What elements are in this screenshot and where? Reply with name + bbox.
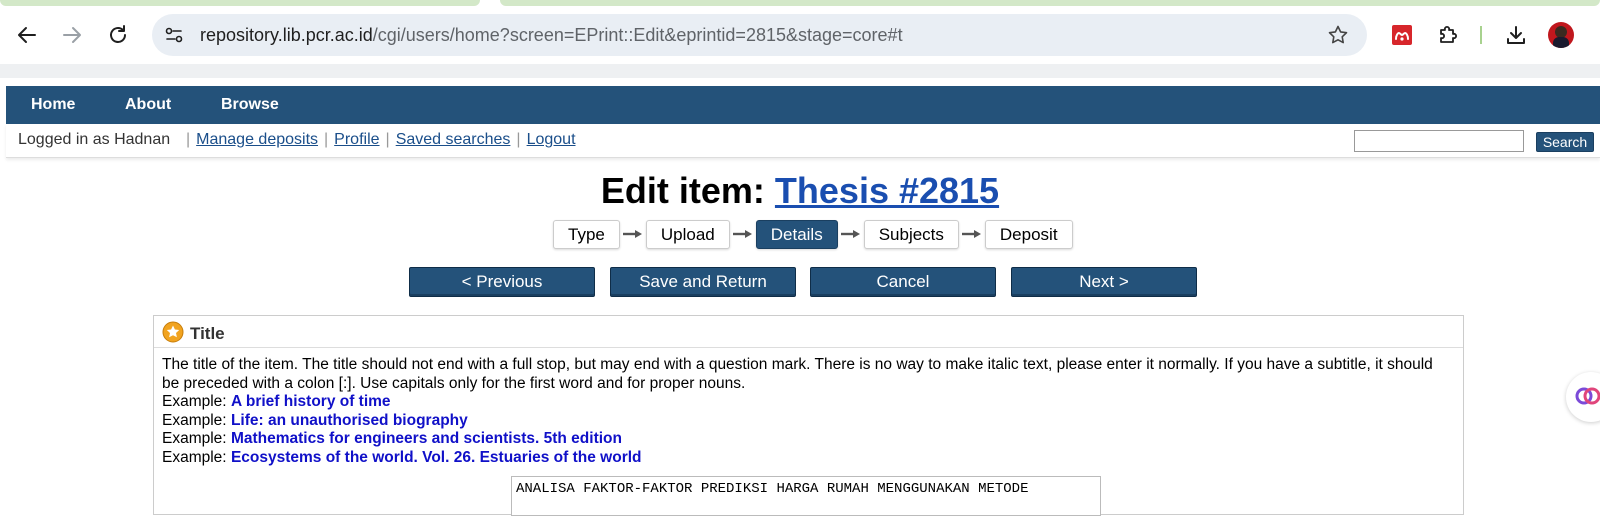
logged-in-label: Logged in as Hadnan <box>18 131 171 148</box>
forward-arrow-icon <box>63 27 81 43</box>
stage-details[interactable]: Details <box>755 219 838 249</box>
stage-upload[interactable]: Upload <box>645 219 730 249</box>
link-divider: | <box>516 131 521 148</box>
page-title-prefix: Edit item: <box>600 170 775 211</box>
field-help: The title of the item. The title should … <box>162 356 1452 467</box>
browser-toolbar: repository.lib.pcr.ac.id/cgi/users/home?… <box>0 6 1600 64</box>
site-navigation: Home About Browse <box>6 86 1600 124</box>
profile-avatar[interactable] <box>1548 22 1574 48</box>
workflow-stages: Type Upload Details Subjects Deposit <box>553 219 1073 249</box>
avatar-shirt <box>1553 37 1569 48</box>
example-value: A brief history of time <box>230 393 391 410</box>
required-star-icon <box>162 321 184 343</box>
nav-home[interactable]: Home <box>31 96 75 114</box>
title-textarea[interactable]: ANALISA FAKTOR-FAKTOR PREDIKSI HARGA RUM… <box>511 476 1101 516</box>
title-field-panel: Title The title of the item. The title s… <box>153 315 1464 516</box>
thesis-link[interactable]: Thesis #2815 <box>775 170 999 211</box>
url-text[interactable]: repository.lib.pcr.ac.id/cgi/users/home?… <box>200 25 903 46</box>
cancel-button[interactable]: Cancel <box>810 267 996 297</box>
reload-icon <box>110 25 126 43</box>
site-info-icon[interactable] <box>164 25 184 45</box>
url-path: /cgi/users/home?screen=EPrint::Edit&epri… <box>372 25 903 45</box>
example-line: Example: Mathematics for engineers and s… <box>162 430 1452 449</box>
url-host: repository.lib.pcr.ac.id <box>200 25 373 45</box>
downloads-button[interactable] <box>1501 20 1531 50</box>
puzzle-piece-icon <box>1440 26 1457 43</box>
back-button[interactable] <box>12 20 42 50</box>
search-button[interactable]: Search <box>1536 132 1594 152</box>
example-label: Example: <box>162 393 227 410</box>
mendeley-extension-button[interactable] <box>1387 20 1417 50</box>
field-header: Title <box>154 316 1463 348</box>
saved-searches-link[interactable]: Saved searches <box>390 131 517 148</box>
brain-icon <box>1575 387 1600 405</box>
address-bar[interactable]: repository.lib.pcr.ac.id/cgi/users/home?… <box>152 14 1367 56</box>
example-value: Ecosystems of the world. Vol. 26. Estuar… <box>230 448 642 466</box>
forward-button[interactable] <box>57 20 87 50</box>
arrow-right-icon <box>959 220 985 249</box>
save-and-return-button[interactable]: Save and Return <box>610 267 796 297</box>
help-text: The title of the item. The title should … <box>162 356 1433 392</box>
example-label: Example: <box>162 411 227 429</box>
example-line: Example: Life: an unauthorised biography <box>162 412 1452 431</box>
mendeley-icon <box>1392 25 1412 45</box>
search-input[interactable] <box>1354 130 1524 152</box>
download-icon <box>1507 26 1525 44</box>
toolbar-divider <box>1480 26 1482 44</box>
user-bar: Logged in as Hadnan | Manage deposits | Pro… <box>6 124 1600 158</box>
next-button[interactable]: Next > <box>1011 267 1197 297</box>
stage-subjects[interactable]: Subjects <box>863 219 959 249</box>
example-label: Example: <box>162 448 227 466</box>
extensions-button[interactable] <box>1433 20 1463 50</box>
bookmark-star-icon[interactable] <box>1327 24 1349 46</box>
profile-link[interactable]: Profile <box>328 131 385 148</box>
field-title: Title <box>190 324 225 343</box>
example-label: Example: <box>162 430 227 447</box>
example-value: Mathematics for engineers and scientists… <box>230 430 622 447</box>
bookmarks-bar <box>0 64 1600 78</box>
back-arrow-icon <box>18 27 36 43</box>
page-title: Edit item: Thesis #2815 <box>0 170 1600 212</box>
arrow-right-icon <box>620 220 646 249</box>
nav-about[interactable]: About <box>125 96 171 114</box>
example-line: Example: Ecosystems of the world. Vol. 2… <box>162 449 1452 468</box>
stage-type[interactable]: Type <box>553 219 620 249</box>
example-line: Example: A brief history of time <box>162 393 1452 412</box>
user-links: | Manage deposits | Profile | Saved searches |… <box>186 131 582 149</box>
manage-deposits-link[interactable]: Manage deposits <box>190 131 324 148</box>
arrow-right-icon <box>730 220 756 249</box>
logout-link[interactable]: Logout <box>521 131 582 148</box>
reload-button[interactable] <box>103 20 133 50</box>
arrow-right-icon <box>838 220 864 249</box>
example-value: Life: an unauthorised biography <box>230 411 468 429</box>
previous-button[interactable]: < Previous <box>409 267 595 297</box>
nav-browse[interactable]: Browse <box>221 96 279 114</box>
page-top-spacer <box>0 78 1600 86</box>
stage-deposit[interactable]: Deposit <box>984 219 1073 249</box>
floating-assistant-button[interactable] <box>1566 372 1600 422</box>
